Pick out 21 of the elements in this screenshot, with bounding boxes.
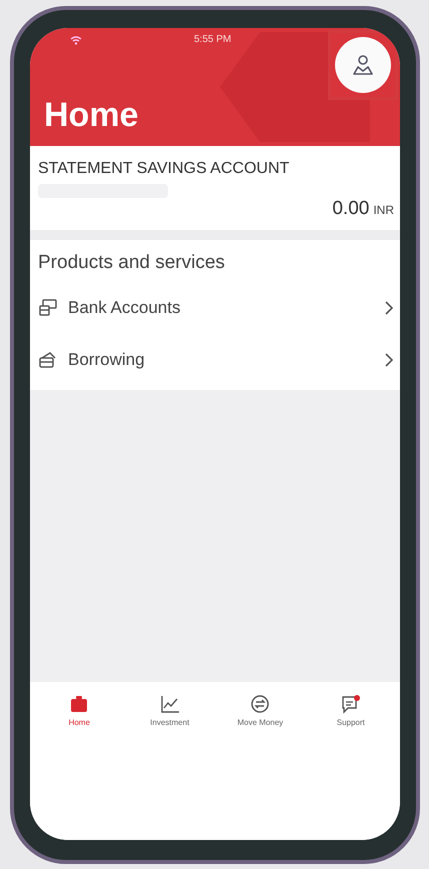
- status-time: 5:55 PM: [194, 34, 232, 45]
- tab[interactable]: Support: [320, 694, 381, 726]
- exchange-icon: [250, 694, 270, 714]
- line-chart-icon: [160, 694, 180, 714]
- section-title: Products and services: [38, 252, 226, 274]
- briefcase-icon: [69, 694, 90, 714]
- wallet-icon: [38, 350, 58, 370]
- tab[interactable]: Investment: [140, 694, 200, 726]
- page-title: Home: [44, 96, 140, 135]
- tab[interactable]: Home: [49, 694, 110, 726]
- product-item[interactable]: Bank Accounts: [38, 282, 394, 334]
- chevron-right-icon: [384, 352, 394, 368]
- wifi-icon: [70, 36, 82, 44]
- cards-icon: [38, 298, 58, 318]
- currency-label: INR: [373, 203, 394, 217]
- account-balance: 0.00: [332, 198, 370, 220]
- chat-notification-icon: [340, 694, 361, 714]
- chevron-right-icon: [384, 300, 394, 316]
- product-item[interactable]: Borrowing: [38, 334, 394, 386]
- account-name: STATEMENT SAVINGS ACCOUNT: [38, 160, 290, 178]
- tab[interactable]: Move Money: [230, 694, 290, 726]
